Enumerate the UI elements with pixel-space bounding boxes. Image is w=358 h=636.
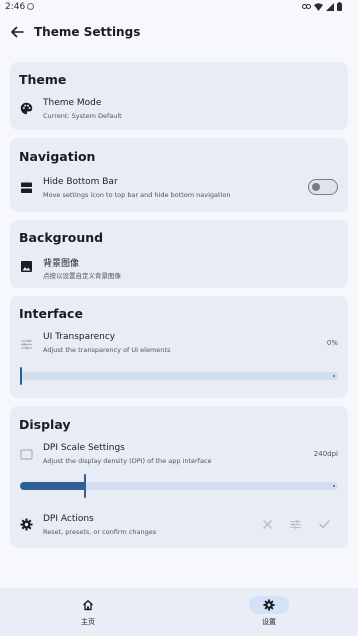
screen-icon — [20, 449, 33, 460]
hide-bottom-bar-subtitle: Move settings icon to top bar and hide b… — [43, 191, 231, 199]
settings-gear-icon — [263, 599, 275, 611]
toggle-knob — [312, 182, 320, 191]
dpi-scale-subtitle: Adjust the display density (DPI) of the … — [43, 457, 212, 465]
home-icon — [83, 600, 93, 611]
background-section-title: Background — [19, 230, 104, 245]
theme-section-title: Theme — [19, 72, 67, 87]
link-icon — [302, 4, 311, 9]
slider-end-dot — [333, 375, 335, 377]
wifi-icon — [314, 2, 323, 11]
interface-card: Interface UI Transparency Adjust the tra… — [10, 296, 348, 398]
notification-icon — [27, 3, 34, 10]
nav-item-settings[interactable]: 设置 — [239, 596, 299, 632]
back-arrow-icon[interactable] — [9, 24, 25, 40]
ui-transparency-subtitle: Adjust the transparency of UI elements — [43, 346, 171, 354]
image-icon — [21, 261, 32, 272]
nav-item-home[interactable]: 主页 — [58, 596, 118, 632]
dpi-scale-title: DPI Scale Settings — [43, 443, 125, 453]
status-time: 2:46 — [5, 2, 26, 12]
theme-mode-subtitle: Current: System Default — [43, 112, 122, 120]
hide-bottom-bar-title: Hide Bottom Bar — [43, 177, 118, 187]
top-app-bar: Theme Settings — [0, 14, 358, 52]
ui-transparency-slider[interactable] — [20, 367, 338, 385]
theme-card: Theme Theme Mode Current: System Default — [10, 62, 348, 130]
nav-home-label: 主页 — [81, 618, 95, 626]
ui-transparency-title: UI Transparency — [43, 332, 116, 342]
navigation-section-title: Navigation — [19, 149, 96, 164]
display-card: Display DPI Scale Settings Adjust the di… — [10, 406, 348, 548]
hide-bottom-bar-toggle[interactable] — [308, 179, 338, 195]
theme-mode-title: Theme Mode — [43, 98, 102, 108]
interface-section-title: Interface — [19, 306, 83, 321]
bottom-navigation: 主页 设置 — [0, 588, 358, 636]
status-bar: 2:46 — [0, 0, 358, 14]
gear-icon — [20, 518, 33, 531]
theme-mode-row[interactable]: Theme Mode Current: System Default — [10, 92, 348, 128]
dpi-scale-value: 240dpi — [313, 450, 338, 458]
palette-icon — [20, 102, 33, 115]
page-title: Theme Settings — [34, 25, 141, 39]
background-image-title: 背景图像 — [43, 259, 80, 269]
tune-icon — [21, 339, 32, 350]
status-icons — [302, 2, 342, 11]
ui-transparency-thumb[interactable] — [20, 367, 22, 385]
presets-tune-icon[interactable] — [290, 519, 301, 530]
ui-transparency-value: 0% — [326, 339, 338, 347]
background-image-subtitle: 点按以设置自定义背景图像 — [43, 272, 121, 280]
confirm-check-icon[interactable] — [319, 520, 330, 529]
background-card: Background 背景图像 点按以设置自定义背景图像 — [10, 220, 348, 288]
nav-settings-label: 设置 — [262, 618, 276, 626]
signal-icon — [326, 2, 334, 11]
dpi-actions-subtitle: Reset, presets, or confirm changes — [43, 528, 157, 536]
navigation-card: Navigation Hide Bottom Bar Move settings… — [10, 138, 348, 212]
dpi-scale-fill — [20, 482, 84, 490]
bottom-bar-icon — [21, 182, 32, 193]
display-section-title: Display — [19, 417, 71, 432]
battery-icon — [337, 2, 342, 11]
slider-end-dot — [333, 485, 335, 487]
dpi-scale-slider[interactable] — [20, 474, 338, 498]
dpi-actions-title: DPI Actions — [43, 514, 94, 524]
reset-close-icon[interactable] — [263, 520, 272, 529]
dpi-scale-thumb[interactable] — [84, 474, 86, 498]
background-image-row[interactable]: 背景图像 点按以设置自定义背景图像 — [10, 250, 348, 286]
